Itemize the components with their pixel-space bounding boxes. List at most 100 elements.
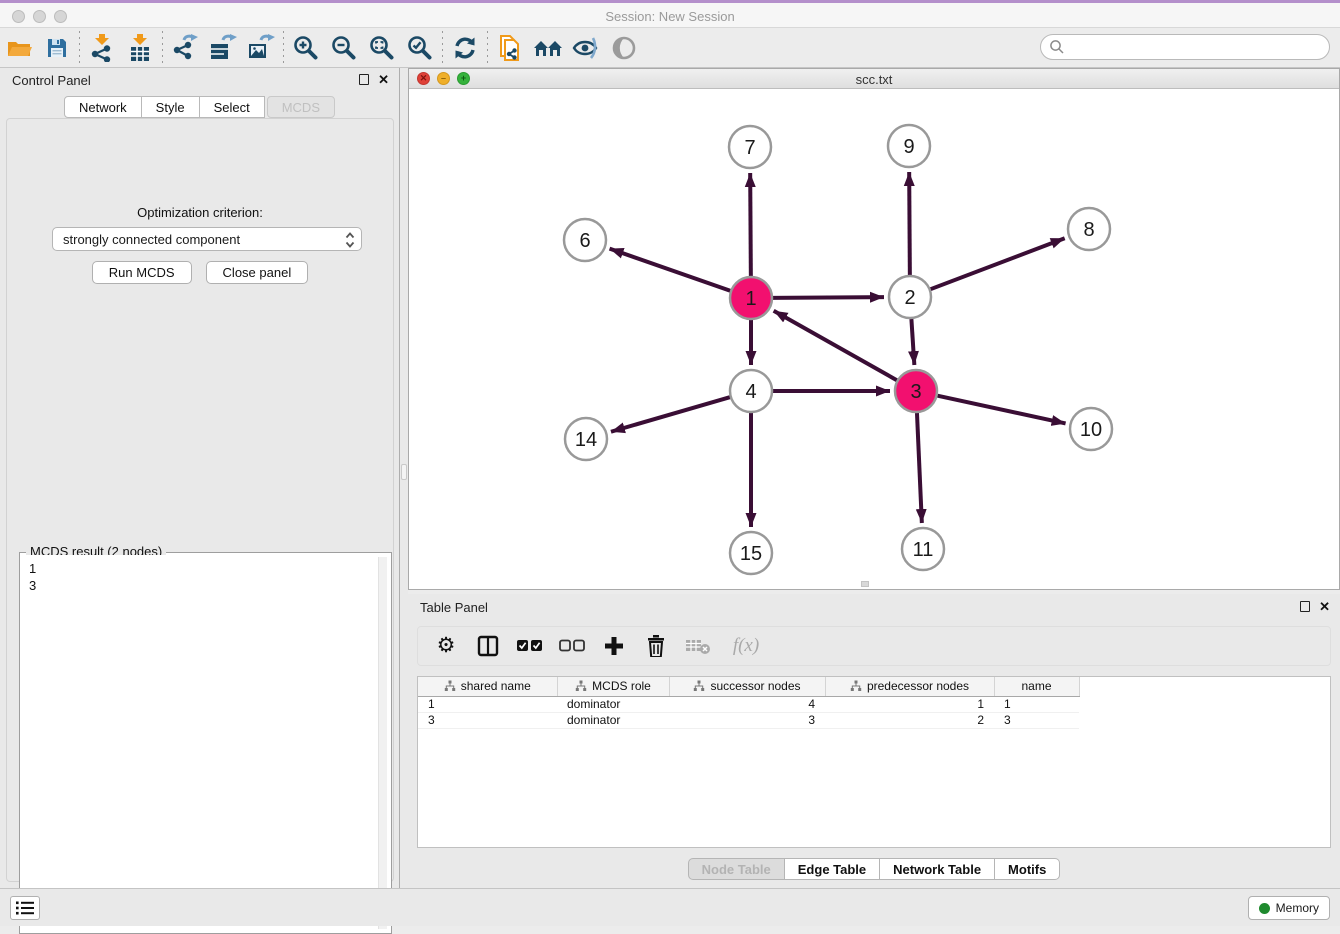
column-header-MCDS-role[interactable]: MCDS role <box>557 677 669 696</box>
zoom-fit-button[interactable] <box>363 31 401 65</box>
table-row[interactable]: 1dominator411 <box>418 696 1079 712</box>
export-network-button[interactable] <box>166 31 204 65</box>
network-canvas[interactable]: 7 9 6 8 1 2 4 3 14 10 15 11 <box>409 89 1339 589</box>
graph-edge-1-6[interactable] <box>610 249 731 291</box>
float-table-panel-icon[interactable] <box>1300 601 1310 612</box>
birdseye-view-button[interactable] <box>605 31 643 65</box>
tab-network[interactable]: Network <box>64 96 142 118</box>
graph-edge-2-8[interactable] <box>931 238 1065 289</box>
graph-edge-3-10[interactable] <box>937 396 1065 424</box>
graph-edge-1-2[interactable] <box>773 297 884 298</box>
graph-node-9[interactable]: 9 <box>888 125 930 167</box>
close-panel-icon[interactable]: ✕ <box>378 74 389 85</box>
panel-splitter[interactable] <box>400 68 408 888</box>
table-cell[interactable]: dominator <box>557 696 669 712</box>
tab-select[interactable]: Select <box>200 96 265 118</box>
graph-node-6[interactable]: 6 <box>564 219 606 261</box>
zoom-in-button[interactable] <box>287 31 325 65</box>
show-columns-button[interactable] <box>474 632 502 660</box>
clone-network-icon <box>497 34 523 62</box>
table-settings-button[interactable]: ⚙ <box>432 632 460 660</box>
graph-node-15[interactable]: 15 <box>730 532 772 574</box>
tab-node-table[interactable]: Node Table <box>688 858 785 880</box>
svg-text:4: 4 <box>745 381 756 403</box>
graph-edge-4-14[interactable] <box>611 397 730 432</box>
zoom-selected-button[interactable] <box>401 31 439 65</box>
network-window-titlebar[interactable]: ✕ – + scc.txt <box>409 69 1339 89</box>
control-panel-header: Control Panel ✕ <box>0 68 399 94</box>
tab-edge-table[interactable]: Edge Table <box>785 858 880 880</box>
clone-network-button[interactable] <box>491 31 529 65</box>
column-header-successor-nodes[interactable]: successor nodes <box>669 677 825 696</box>
column-label: successor nodes <box>710 679 800 693</box>
search-field <box>1040 34 1330 60</box>
graph-node-2[interactable]: 2 <box>889 276 931 318</box>
close-panel-button[interactable]: Close panel <box>206 261 309 284</box>
splitter-handle[interactable] <box>401 464 407 480</box>
delete-table-button[interactable] <box>684 632 712 660</box>
tab-network-table[interactable]: Network Table <box>880 858 995 880</box>
table-cell[interactable]: 2 <box>825 712 994 728</box>
graph-node-8[interactable]: 8 <box>1068 208 1110 250</box>
zoom-out-button[interactable] <box>325 31 363 65</box>
export-table-button[interactable] <box>204 31 242 65</box>
graph-node-10[interactable]: 10 <box>1070 408 1112 450</box>
apply-function-button[interactable]: f(x) <box>726 632 766 660</box>
table-cell[interactable]: 4 <box>669 696 825 712</box>
import-network-button[interactable] <box>83 31 121 65</box>
network-graph[interactable]: 7 9 6 8 1 2 4 3 14 10 15 11 <box>409 89 1339 589</box>
close-table-panel-icon[interactable]: ✕ <box>1319 601 1330 612</box>
float-panel-icon[interactable] <box>359 74 369 85</box>
svg-text:3: 3 <box>910 381 921 403</box>
tab-motifs[interactable]: Motifs <box>995 858 1060 880</box>
memory-button[interactable]: Memory <box>1248 896 1330 920</box>
graph-edge-1-7[interactable] <box>750 173 751 276</box>
hide-panels-button[interactable] <box>567 31 605 65</box>
export-image-button[interactable] <box>242 31 280 65</box>
graph-node-11[interactable]: 11 <box>902 528 944 570</box>
criterion-dropdown[interactable]: strongly connected component <box>52 227 362 251</box>
graph-node-1[interactable]: 1 <box>730 277 772 319</box>
graph-edge-3-1[interactable] <box>774 311 897 380</box>
table-cell[interactable]: 1 <box>994 696 1079 712</box>
canvas-resize-grip[interactable] <box>861 581 869 587</box>
delete-row-button[interactable] <box>642 632 670 660</box>
mcds-result-list[interactable]: 1 3 <box>22 555 389 931</box>
table-cell[interactable]: 3 <box>994 712 1079 728</box>
graph-node-7[interactable]: 7 <box>729 126 771 168</box>
add-row-button[interactable] <box>600 632 628 660</box>
task-history-button[interactable] <box>10 896 40 920</box>
column-label: predecessor nodes <box>867 679 969 693</box>
table-cell[interactable]: 3 <box>669 712 825 728</box>
refresh-layout-button[interactable] <box>446 31 484 65</box>
table-cell[interactable]: dominator <box>557 712 669 728</box>
run-mcds-button[interactable]: Run MCDS <box>92 261 192 284</box>
result-scrollbar[interactable] <box>378 557 387 929</box>
graph-node-14[interactable]: 14 <box>565 418 607 460</box>
tab-mcds[interactable]: MCDS <box>267 96 335 118</box>
graph-edge-2-3[interactable] <box>911 319 914 365</box>
svg-text:10: 10 <box>1080 419 1102 441</box>
table-cell[interactable]: 3 <box>418 712 557 728</box>
column-header-predecessor-nodes[interactable]: predecessor nodes <box>825 677 994 696</box>
column-header-name[interactable]: name <box>994 677 1079 696</box>
search-input[interactable] <box>1040 34 1330 60</box>
graph-node-3[interactable]: 3 <box>895 370 937 412</box>
open-session-button[interactable] <box>0 31 38 65</box>
checked-boxes-icon <box>517 639 543 653</box>
column-header-shared-name[interactable]: shared name <box>418 677 557 696</box>
column-tree-icon <box>850 680 862 692</box>
network-overview-button[interactable] <box>529 31 567 65</box>
graph-edge-3-11[interactable] <box>917 413 922 523</box>
tab-style[interactable]: Style <box>142 96 200 118</box>
export-network-icon <box>171 34 199 62</box>
graph-edge-2-9[interactable] <box>909 172 910 275</box>
save-session-button[interactable] <box>38 31 76 65</box>
import-table-button[interactable] <box>121 31 159 65</box>
table-cell[interactable]: 1 <box>418 696 557 712</box>
deselect-all-button[interactable] <box>558 632 586 660</box>
table-row[interactable]: 3dominator323 <box>418 712 1079 728</box>
select-all-button[interactable] <box>516 632 544 660</box>
table-cell[interactable]: 1 <box>825 696 994 712</box>
graph-node-4[interactable]: 4 <box>730 370 772 412</box>
